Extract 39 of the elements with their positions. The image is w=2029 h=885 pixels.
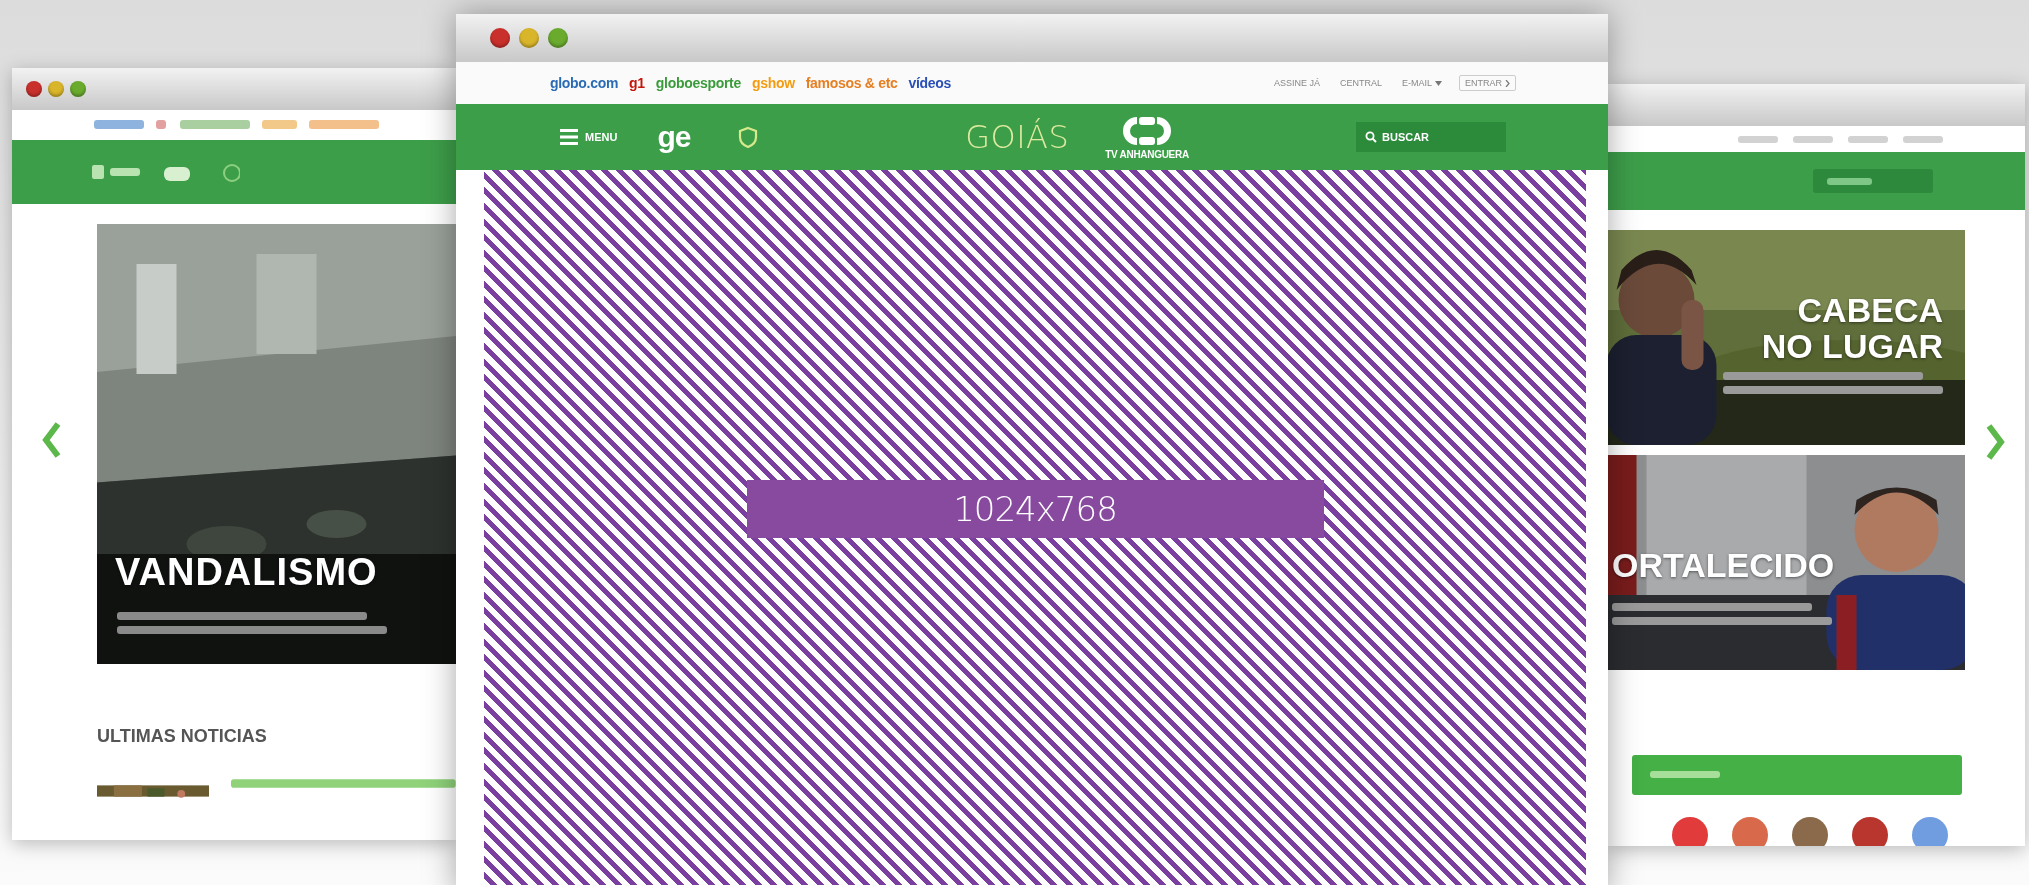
region-title: GOIÁS [965,118,1070,156]
team-badge-icon[interactable] [1792,817,1828,846]
window-control-icon[interactable] [48,81,64,97]
brand-name: TV ANHANGUERA [1105,149,1189,160]
team-badge-icon[interactable] [1912,817,1948,846]
team-badge-icon[interactable] [1672,817,1708,846]
window-control-icon[interactable] [519,28,539,48]
nav-link[interactable]: g1 [629,75,645,91]
image-size-label: 1024x768 [746,480,1324,538]
search-field[interactable]: BUSCAR [1356,122,1506,152]
team-badge-icon[interactable] [1852,817,1888,846]
section-title: ULTIMAS NOTICIAS [97,726,268,747]
chevron-right-icon [1505,79,1510,87]
nav-link[interactable]: globoesporte [655,75,741,91]
email-dropdown[interactable]: E-MAIL [1398,76,1445,90]
feature-headline[interactable]: VANDALISMO [115,551,378,594]
nav-link[interactable]: vídeos [908,75,952,91]
caret-icon [1435,80,1442,86]
team-badge-icon[interactable] [1732,817,1768,846]
shield-icon[interactable] [738,126,759,148]
account-link[interactable]: ASSINE JÁ [1270,76,1323,90]
feature-card[interactable]: VANDALISMO [97,224,456,664]
window-control-icon[interactable] [548,28,568,48]
login-button[interactable]: ENTRAR [1459,75,1516,91]
window-control-icon[interactable] [26,81,42,97]
nav-link[interactable]: globo.com [550,75,619,91]
window-control-icon[interactable] [70,81,86,97]
menu-button[interactable]: MENU [560,129,618,145]
feature-card[interactable]: CABECA NO LUGAR [1608,230,1965,445]
search-field[interactable] [1813,169,1933,193]
nav-link[interactable]: gshow [751,75,795,91]
feature-headline[interactable]: CABECA NO LUGAR [1761,292,1943,364]
nav-link[interactable]: famosos & etc [805,75,898,91]
search-icon [1365,131,1377,143]
menu-icon [560,129,578,145]
blurred-text-drawing [1650,770,1720,780]
window-control-icon[interactable] [490,28,510,48]
section-logo[interactable]: ge [657,120,691,154]
account-link[interactable]: CENTRAL [1336,76,1385,90]
